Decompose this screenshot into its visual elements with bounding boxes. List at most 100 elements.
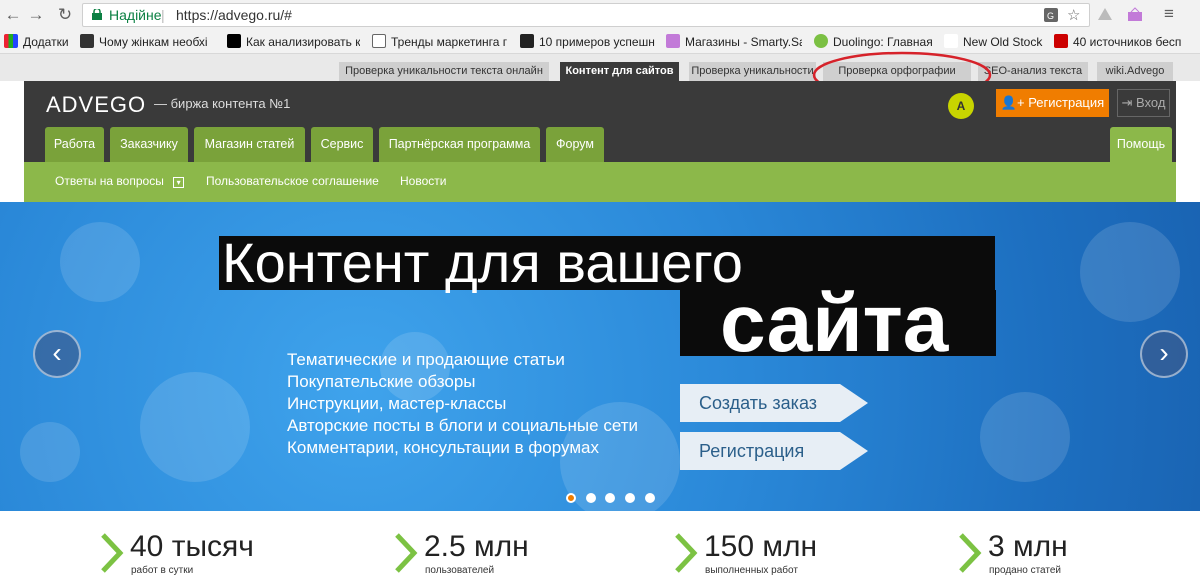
page-favicon-icon — [944, 34, 958, 48]
bookmark-label: Магазины - Smarty.Sa — [685, 35, 802, 49]
bookmark-apps[interactable]: Додатки — [4, 34, 68, 50]
bookmarks-bar: Додатки Чому жінкам необхі Как анализиро… — [0, 30, 1200, 54]
stat-label: продано статей — [989, 565, 1062, 576]
bookmark-item[interactable]: New Old Stock — [944, 34, 1044, 50]
carousel-dot[interactable] — [566, 493, 576, 503]
stat-number: 3 млн — [988, 530, 1068, 563]
subnav-faq[interactable]: Ответы на вопросы ▾ — [55, 174, 185, 188]
g-favicon-icon — [520, 34, 534, 48]
tab-wiki[interactable]: wiki.Advego — [1097, 62, 1173, 81]
smarty-favicon-icon — [666, 34, 680, 48]
stat-number: 40 тысяч — [130, 530, 254, 563]
decor-bubble — [1080, 222, 1180, 322]
doc-favicon-icon — [372, 34, 386, 48]
feature-item: Комментарии, консультации в форумах — [287, 438, 599, 457]
add-user-icon: 👤+ — [1000, 95, 1029, 110]
carousel-dot[interactable] — [605, 493, 615, 503]
hero-headline-line2: сайта — [720, 278, 949, 369]
decor-bubble — [20, 422, 80, 482]
bookmark-item[interactable]: Тренды маркетинга г — [372, 34, 508, 50]
dropdown-icon[interactable]: ▾ — [173, 177, 185, 188]
tab-partner-program[interactable]: Партнёрская программа — [379, 127, 540, 162]
bbc-favicon-icon — [80, 34, 94, 48]
create-order-button[interactable]: Создать заказ — [680, 384, 868, 422]
bookmark-item[interactable]: Duolingo: Главная — [814, 34, 948, 50]
tab-article-shop[interactable]: Магазин статей — [194, 127, 305, 162]
svg-text:G: G — [1047, 11, 1054, 21]
subnav-news[interactable]: Новости — [400, 174, 446, 188]
tab-work[interactable]: Работа — [45, 127, 104, 162]
stat-number: 2.5 млн — [424, 530, 529, 563]
tab-customer[interactable]: Заказчику — [110, 127, 188, 162]
decor-bubble — [60, 222, 140, 302]
hero-headline-line1: Контент для вашего — [222, 231, 743, 294]
site-header: ADVEGO — биржа контента №1 A 👤+ Регистра… — [24, 81, 1176, 162]
omnibox-separator: | — [161, 7, 165, 23]
stat-label: пользователей — [425, 565, 495, 576]
bookmark-item[interactable]: Чому жінкам необхі — [80, 34, 215, 50]
feature-item: Инструкции, мастер-классы — [287, 394, 507, 413]
feature-item: Тематические и продающие статьи — [287, 350, 565, 369]
bookmark-item[interactable]: 40 источников бесп — [1054, 34, 1200, 50]
site-logo[interactable]: ADVEGO — [46, 92, 146, 118]
menu-icon[interactable]: ≡ — [1158, 3, 1180, 25]
bookmark-star-icon[interactable]: ☆ — [1067, 5, 1080, 27]
chevron-right-icon — [101, 533, 124, 573]
bookmark-item[interactable]: Магазины - Smarty.Sa — [666, 34, 802, 50]
tab-forum[interactable]: Форум — [546, 127, 604, 162]
bookmark-label: 10 примеров успешн — [539, 35, 655, 49]
bookmark-label: Додатки — [23, 35, 68, 49]
bookmark-label: Как анализировать к — [246, 35, 360, 49]
drive-extension-icon[interactable] — [1096, 6, 1114, 24]
bookmark-label: Тренды маркетинга г — [391, 35, 508, 49]
url-text[interactable]: https://advego.ru/# — [176, 4, 292, 26]
chevron-right-icon — [675, 533, 698, 573]
carousel-dot[interactable] — [586, 493, 596, 503]
site-top-tabs: Проверка уникальности текста онлайн Конт… — [0, 54, 1200, 82]
decor-bubble — [980, 392, 1070, 482]
hero-register-button[interactable]: Регистрация — [680, 432, 868, 470]
register-button-label: Регистрация — [1028, 95, 1105, 110]
tab-service[interactable]: Сервис — [311, 127, 373, 162]
carousel-dot[interactable] — [625, 493, 635, 503]
sub-navigation: Ответы на вопросы ▾ Пользовательское сог… — [24, 162, 1176, 202]
bookmark-item[interactable]: 10 примеров успешн — [520, 34, 656, 50]
bookmark-label: 40 источников бесп — [1073, 35, 1182, 49]
back-icon[interactable]: ← — [2, 4, 24, 26]
subnav-user-agreement[interactable]: Пользовательское соглашение — [206, 174, 379, 188]
browser-toolbar: ← → ↻ Надійне | https://advego.ru/# G ☆ … — [0, 0, 1200, 30]
feature-item: Авторские посты в блоги и социальные сет… — [287, 416, 638, 435]
duolingo-favicon-icon — [814, 34, 828, 48]
tab-uniqueness[interactable]: Проверка уникальности — [689, 62, 816, 81]
register-button[interactable]: 👤+ Регистрация — [996, 89, 1109, 117]
bookmark-label: Чому жінкам необхі — [99, 35, 208, 49]
address-bar[interactable]: Надійне | https://advego.ru/# G ☆ — [82, 3, 1090, 27]
hero-banner: Контент для вашего сайта Тематические и … — [0, 202, 1200, 511]
secure-label: Надійне — [109, 7, 162, 23]
forward-icon[interactable]: → — [25, 4, 47, 26]
tab-content-for-sites[interactable]: Контент для сайтов — [560, 62, 679, 82]
tab-uniqueness-online[interactable]: Проверка уникальности текста онлайн — [339, 62, 549, 81]
carousel-next-icon[interactable]: › — [1140, 330, 1188, 378]
subnav-faq-label: Ответы на вопросы — [55, 174, 164, 188]
reload-icon[interactable]: ↻ — [54, 4, 76, 26]
bookmark-item[interactable]: Как анализировать к — [227, 34, 360, 50]
login-button-label: Вход — [1136, 95, 1166, 110]
login-button[interactable]: ⇥ Вход — [1117, 89, 1170, 117]
stat-number: 150 млн — [704, 530, 818, 563]
carousel-prev-icon[interactable]: ‹ — [33, 330, 81, 378]
shopping-extension-icon[interactable] — [1126, 6, 1144, 24]
stat-label: выполненных работ — [705, 565, 798, 576]
carousel-dot[interactable] — [645, 493, 655, 503]
tab-help[interactable]: Помощь — [1110, 127, 1172, 162]
decor-bubble — [140, 372, 250, 482]
bookmark-label: New Old Stock — [963, 35, 1043, 49]
stat-label: работ в сутки — [131, 565, 194, 576]
apps-grid-icon — [4, 34, 18, 48]
translate-icon[interactable]: G — [1043, 7, 1059, 23]
site-tagline: — биржа контента №1 — [154, 96, 291, 111]
lock-icon — [92, 9, 102, 20]
translate-badge[interactable]: A — [948, 93, 974, 119]
login-icon: ⇥ — [1121, 95, 1137, 110]
stats-strip: 40 тысяч работ в сутки 2.5 млн пользоват… — [0, 511, 1200, 584]
